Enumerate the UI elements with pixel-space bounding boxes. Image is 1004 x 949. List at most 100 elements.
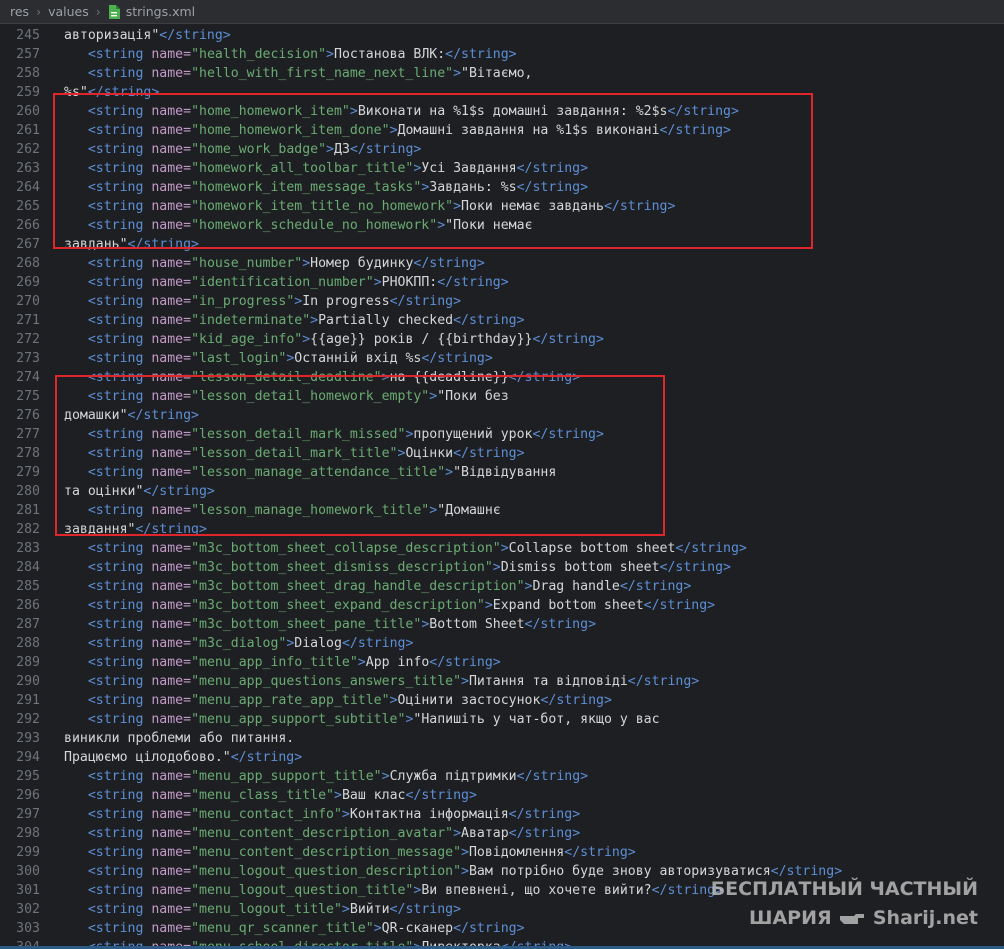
code-line[interactable]: 261 <string name="home_homework_item_don…: [0, 121, 731, 140]
xml-attribute: name=: [151, 47, 192, 62]
xml-open-tag: <string: [87, 427, 152, 442]
code-line[interactable]: 259 %s"</string>: [0, 83, 159, 102]
breadcrumb-item-values[interactable]: values: [48, 4, 89, 19]
xml-tag-end: >: [429, 389, 438, 404]
code-line[interactable]: 271 <string name="indeterminate">Partial…: [0, 311, 524, 330]
xml-open-tag: <string: [87, 389, 152, 404]
code-line[interactable]: 281 <string name="lesson_manage_homework…: [0, 501, 501, 520]
code-line[interactable]: 258 <string name="hello_with_first_name_…: [0, 64, 532, 83]
code-line[interactable]: 273 <string name="last_login">Останній в…: [0, 349, 493, 368]
code-line[interactable]: 291 <string name="menu_app_rate_app_titl…: [0, 691, 612, 710]
line-number: 294: [16, 750, 40, 765]
xml-attribute: name=: [151, 807, 192, 822]
code-line[interactable]: 262 <string name="home_work_badge">ДЗ</s…: [0, 140, 421, 159]
code-line[interactable]: 294 Працюємо цілодобово."</string>: [0, 748, 302, 767]
code-line[interactable]: 268 <string name="house_number">Номер бу…: [0, 254, 485, 273]
code-line[interactable]: 292 <string name="menu_app_support_subti…: [0, 710, 659, 729]
code-line[interactable]: 295 <string name="menu_app_support_title…: [0, 767, 588, 786]
xml-close-tag: </string>: [532, 332, 604, 347]
code-line[interactable]: 263 <string name="homework_all_toolbar_t…: [0, 159, 588, 178]
string-value: Домашні завдання на %1$s виконані: [397, 123, 660, 138]
code-line[interactable]: 267 завдань"</string>: [0, 235, 199, 254]
code-line[interactable]: 299 <string name="menu_content_descripti…: [0, 843, 636, 862]
code-line[interactable]: 304 <string name="menu_school_director_t…: [0, 938, 572, 946]
code-editor[interactable]: 245 авторизація"</string> 257 <string name…: [0, 26, 1004, 946]
xml-close-tag: </string>: [516, 180, 589, 195]
string-value: Виконати на %1$s домашні завдання: %2$s: [357, 104, 668, 119]
code-line[interactable]: 286 <string name="m3c_bottom_sheet_expan…: [0, 596, 715, 615]
breadcrumb-item-res[interactable]: res: [10, 4, 29, 19]
code-line[interactable]: 265 <string name="homework_item_title_no…: [0, 197, 675, 216]
code-line[interactable]: 257 <string name="health_decision">Поста…: [0, 45, 517, 64]
code-line[interactable]: 278 <string name="lesson_detail_mark_tit…: [0, 444, 524, 463]
xml-open-tag: <string: [87, 47, 152, 62]
xml-tag-end: >: [453, 199, 462, 214]
xml-attribute: name=: [151, 769, 192, 784]
code-line[interactable]: 279 <string name="lesson_manage_attendan…: [0, 463, 556, 482]
code-line[interactable]: 302 <string name="menu_logout_title">Вий…: [0, 900, 461, 919]
code-line[interactable]: 274 <string name="lesson_detail_deadline…: [0, 368, 580, 387]
code-line[interactable]: 284 <string name="m3c_bottom_sheet_dismi…: [0, 558, 731, 577]
line-number: 271: [16, 313, 40, 328]
string-value: %s": [64, 85, 88, 100]
line-number: 292: [16, 712, 40, 727]
code-line[interactable]: 266 <string name="homework_schedule_no_h…: [0, 216, 532, 235]
code-line[interactable]: 269 <string name="identification_number"…: [0, 273, 509, 292]
xml-tag-end: >: [373, 275, 382, 290]
xml-open-tag: <string: [87, 161, 152, 176]
code-line[interactable]: 297 <string name="menu_contact_info">Кон…: [0, 805, 580, 824]
code-line[interactable]: 270 <string name="in_progress">In progre…: [0, 292, 461, 311]
attribute-value: "m3c_bottom_sheet_pane_title": [191, 617, 422, 632]
code-line[interactable]: 264 <string name="homework_item_message_…: [0, 178, 588, 197]
xml-attribute: name=: [151, 351, 192, 366]
xml-open-tag: <string: [87, 674, 152, 689]
xml-open-tag: <string: [87, 636, 152, 651]
xml-close-tag: </string>: [643, 598, 716, 613]
code-line[interactable]: 289 <string name="menu_app_info_title">A…: [0, 653, 501, 672]
code-line[interactable]: 298 <string name="menu_content_descripti…: [0, 824, 580, 843]
code-line[interactable]: 303 <string name="menu_qr_scanner_title"…: [0, 919, 525, 938]
code-line[interactable]: 282 завдання"</string>: [0, 520, 207, 539]
code-line[interactable]: 288 <string name="m3c_dialog">Dialog</st…: [0, 634, 413, 653]
code-line[interactable]: 276 домашки"</string>: [0, 406, 199, 425]
breadcrumb-item-strings-xml[interactable]: strings.xml: [126, 4, 195, 19]
xml-open-tag: <string: [87, 579, 152, 594]
code-line[interactable]: 293 виникли проблеми або питання.: [0, 729, 294, 748]
xml-tag-end: >: [389, 693, 398, 708]
line-number: 261: [16, 123, 40, 138]
code-line[interactable]: 290 <string name="menu_app_questions_ans…: [0, 672, 699, 691]
xml-attribute: name=: [151, 180, 192, 195]
xml-attribute: name=: [151, 142, 192, 157]
code-line[interactable]: 287 <string name="m3c_bottom_sheet_pane_…: [0, 615, 596, 634]
xml-open-tag: <string: [87, 446, 152, 461]
code-line[interactable]: 260 <string name="home_homework_item">Ви…: [0, 102, 739, 121]
string-value: In progress: [302, 294, 390, 309]
xml-close-tag: </string>: [619, 579, 692, 594]
code-line[interactable]: 283 <string name="m3c_bottom_sheet_colla…: [0, 539, 747, 558]
line-number: 287: [16, 617, 40, 632]
xml-tag-end: >: [381, 769, 390, 784]
attribute-value: "identification_number": [191, 275, 374, 290]
code-line[interactable]: 245 авторизація"</string>: [0, 26, 231, 45]
string-value: Ви впевнені, що хочете вийти?: [421, 883, 652, 898]
code-line[interactable]: 280 та оцінки"</string>: [0, 482, 215, 501]
code-line[interactable]: 296 <string name="menu_class_title">Ваш …: [0, 786, 477, 805]
code-line[interactable]: 301 <string name="menu_logout_question_t…: [0, 881, 723, 900]
string-value: App info: [365, 655, 430, 670]
xml-attribute: name=: [151, 332, 192, 347]
attribute-value: "homework_item_title_no_homework": [191, 199, 454, 214]
xml-close-tag: </string>: [659, 123, 731, 138]
code-line[interactable]: 285 <string name="m3c_bottom_sheet_drag_…: [0, 577, 691, 596]
xml-attribute: name=: [151, 864, 192, 879]
xml-close-tag: </string>: [453, 921, 525, 936]
xml-attribute: name=: [151, 826, 192, 841]
code-line[interactable]: 275 <string name="lesson_detail_homework…: [0, 387, 509, 406]
xml-close-tag: </string>: [445, 47, 517, 62]
xml-attribute: name=: [151, 218, 192, 233]
xml-attribute: name=: [151, 66, 192, 81]
xml-tag-end: >: [429, 503, 438, 518]
code-line[interactable]: 277 <string name="lesson_detail_mark_mis…: [0, 425, 604, 444]
code-line[interactable]: 272 <string name="kid_age_info">{{age}} …: [0, 330, 604, 349]
